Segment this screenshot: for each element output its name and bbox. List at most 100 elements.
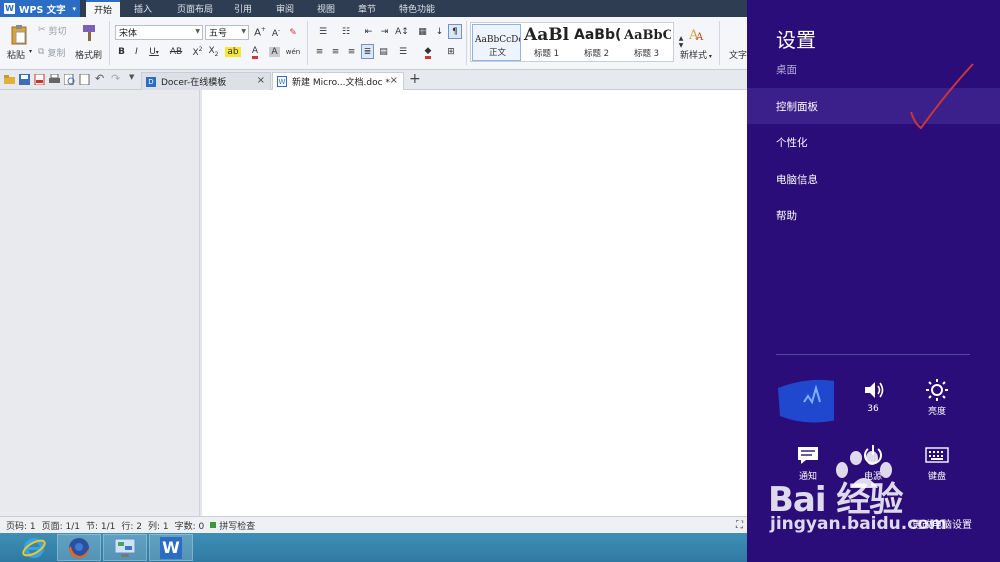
app-menu-button[interactable]: W WPS 文字 ▾: [0, 0, 80, 17]
power-label: 电源: [863, 472, 882, 482]
tab-insert[interactable]: 插入: [126, 0, 160, 17]
open-folder-icon[interactable]: [4, 74, 15, 85]
pc-info-label: 电脑信息: [776, 173, 818, 186]
change-pc-settings-link[interactable]: 更改电脑设置: [912, 516, 972, 531]
style-heading-2[interactable]: AaBb( 标题 2: [572, 24, 621, 61]
spell-check-indicator-icon: [210, 522, 217, 528]
tab-docer-templates[interactable]: D Docer-在线模板 ×: [141, 72, 271, 90]
print-icon[interactable]: [49, 74, 60, 85]
borders-button[interactable]: ⊞: [441, 45, 461, 59]
paste-button[interactable]: [4, 21, 34, 47]
char-shading-button[interactable]: A: [268, 45, 281, 59]
brightness-icon: [907, 376, 967, 404]
outdent-icon: ⇤: [364, 27, 373, 37]
text-tools-label[interactable]: 文字: [729, 48, 747, 61]
styles-gallery: AaBbCcDd 正文 AaBl 标题 1 AaBb( 标题 2 AaBbC 标…: [470, 22, 674, 62]
brightness-tile[interactable]: 亮度: [907, 376, 967, 417]
close-icon[interactable]: ×: [257, 75, 265, 86]
text-direction-button[interactable]: A↕: [394, 25, 410, 39]
internet-explorer-icon: [22, 537, 46, 558]
document-icon[interactable]: [79, 74, 90, 85]
tab-new-document[interactable]: W 新建 Micro...文档.doc * ×: [272, 72, 404, 90]
highlight-button[interactable]: ab: [224, 45, 242, 59]
style-name: 标题 1: [533, 49, 560, 59]
new-tab-icon[interactable]: +: [409, 71, 421, 87]
font-size-select[interactable]: 五号 ▼: [205, 25, 249, 40]
chevron-down-icon[interactable]: ▾: [29, 48, 32, 55]
style-normal[interactable]: AaBbCcDd 正文: [472, 24, 521, 61]
status-page-number: 页码: 1: [6, 521, 36, 532]
volume-tile[interactable]: 36: [843, 376, 903, 414]
table-button[interactable]: ▦: [416, 25, 429, 39]
align-left-button[interactable]: ≡: [313, 45, 326, 59]
superscript-button[interactable]: X2: [191, 45, 204, 59]
underline-button[interactable]: U ▾: [145, 45, 163, 59]
align-center-button[interactable]: ≡: [329, 45, 342, 59]
tab-chapter[interactable]: 章节: [350, 0, 384, 17]
tab-special-features[interactable]: 特色功能: [392, 0, 442, 17]
network-tile[interactable]: [774, 374, 834, 424]
subscript-button[interactable]: X2: [207, 45, 220, 59]
copy-button[interactable]: ⧉ 复制: [38, 46, 65, 59]
paragraph-mark-icon: ¶: [452, 26, 458, 37]
numbering-button[interactable]: ☷: [336, 25, 356, 39]
taskbar-internet-explorer[interactable]: [12, 534, 56, 561]
italic-button[interactable]: I: [131, 45, 142, 59]
redo-icon[interactable]: ↷: [111, 72, 122, 85]
export-pdf-icon[interactable]: [34, 74, 45, 85]
shading-button[interactable]: ◆: [418, 45, 438, 59]
bullets-button[interactable]: ☰: [313, 25, 333, 39]
power-tile[interactable]: 电源: [843, 441, 903, 482]
document-page[interactable]: [202, 90, 747, 516]
notifications-tile[interactable]: 通知: [778, 441, 838, 482]
distribute-button[interactable]: ▤: [377, 45, 390, 59]
format-painter-button[interactable]: [78, 21, 100, 45]
bold-button[interactable]: B: [116, 45, 127, 59]
save-icon[interactable]: [19, 74, 30, 85]
underline-icon: U: [149, 47, 156, 57]
align-right-button[interactable]: ≡: [345, 45, 358, 59]
tab-page-layout[interactable]: 页面布局: [170, 0, 220, 17]
tab-home[interactable]: 开始: [86, 0, 120, 17]
show-marks-button[interactable]: ¶: [448, 24, 462, 39]
tab-view[interactable]: 视图: [309, 0, 343, 17]
new-style-button[interactable]: AA: [686, 23, 708, 45]
print-preview-icon[interactable]: [64, 74, 75, 85]
chevron-down-icon[interactable]: ▼: [129, 73, 140, 84]
taskbar-wps-writer[interactable]: W: [149, 534, 193, 561]
increase-indent-button[interactable]: ⇥: [378, 25, 391, 39]
strikethrough-button[interactable]: AB: [165, 45, 187, 59]
close-icon[interactable]: ×: [390, 75, 398, 86]
status-word-count[interactable]: 字数: 0: [175, 519, 205, 532]
keyboard-tile[interactable]: 键盘: [907, 441, 967, 482]
help-link[interactable]: 帮助: [747, 197, 1000, 233]
spell-check-toggle[interactable]: 拼写检查: [210, 519, 255, 532]
clear-format-button[interactable]: ✎: [286, 25, 300, 40]
align-center-icon: ≡: [331, 47, 340, 57]
shrink-font-button[interactable]: A-: [269, 25, 283, 40]
font-name-select[interactable]: 宋体 ▼: [115, 25, 203, 40]
fullscreen-icon[interactable]: ⛶: [736, 520, 743, 531]
tab-references[interactable]: 引用: [226, 0, 260, 17]
status-column: 列: 1: [148, 521, 169, 532]
app-menu-label: WPS 文字: [19, 4, 66, 16]
taskbar-firefox[interactable]: [57, 534, 101, 561]
cut-button[interactable]: ✂ 剪切: [38, 24, 67, 37]
undo-icon[interactable]: ↶: [95, 72, 106, 85]
decrease-indent-button[interactable]: ⇤: [362, 25, 375, 39]
ribbon: 粘贴 ▾ ✂ 剪切 ⧉ 复制 格式刷 宋体 ▼ 五号 ▼ A+ A- ✎ B I U ▾ …: [0, 17, 747, 70]
taskbar-control-panel[interactable]: [103, 534, 147, 561]
tab-review[interactable]: 审阅: [268, 0, 302, 17]
pc-info-link[interactable]: 电脑信息: [747, 161, 1000, 197]
style-heading-1[interactable]: AaBl 标题 1: [522, 24, 571, 61]
style-heading-3[interactable]: AaBbC 标题 3: [622, 24, 671, 61]
phonetic-guide-button[interactable]: wén: [284, 45, 302, 59]
font-color-button[interactable]: A: [246, 45, 264, 59]
line-spacing-button[interactable]: ☰: [394, 45, 412, 59]
grow-font-button[interactable]: A+: [253, 25, 267, 40]
line-spacing-icon: ☰: [398, 47, 408, 57]
sort-button[interactable]: ↓: [433, 25, 446, 39]
border-icon: ⊞: [447, 47, 455, 57]
svg-text:A: A: [695, 32, 704, 43]
justify-button[interactable]: ≣: [361, 44, 374, 59]
